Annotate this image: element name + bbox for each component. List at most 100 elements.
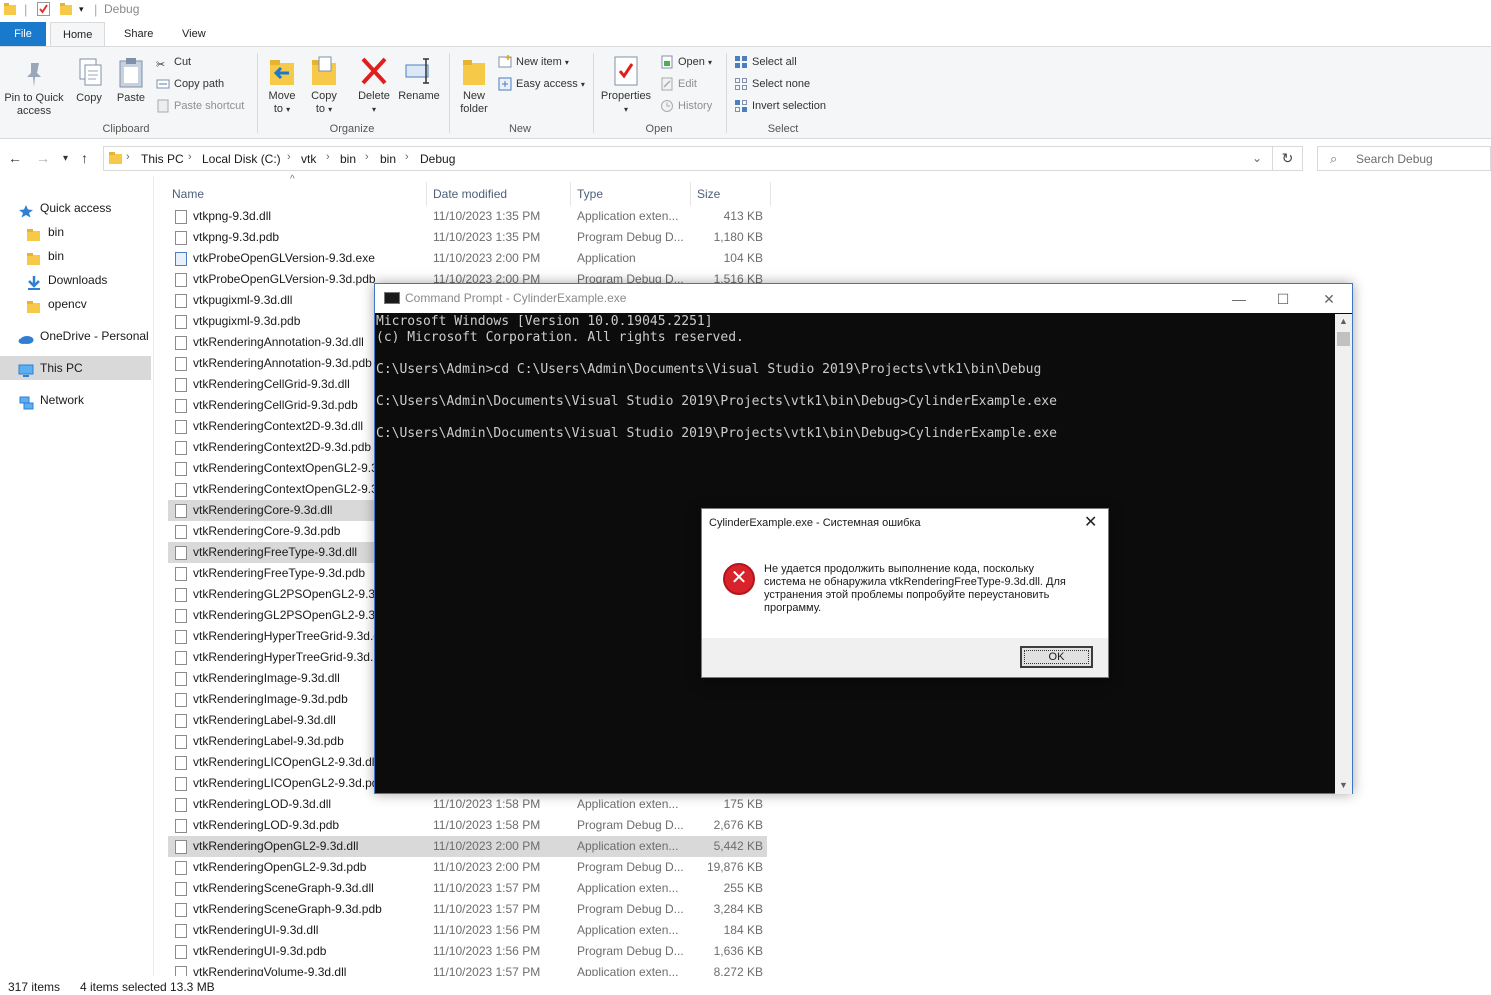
file-type: Application exten... xyxy=(577,965,679,976)
nav-item-network[interactable]: Network xyxy=(18,388,152,412)
back-arrow-icon[interactable]: ← xyxy=(8,150,22,166)
nav-item-downloads[interactable]: Downloads xyxy=(26,268,152,292)
refresh-button[interactable]: ↻ xyxy=(1273,146,1303,171)
column-resize-handle[interactable] xyxy=(690,182,691,206)
history-icon xyxy=(660,99,674,113)
chevron-right-icon[interactable]: › xyxy=(326,151,330,163)
column-header-size[interactable]: Size xyxy=(697,187,720,201)
close-icon[interactable]: ✕ xyxy=(1306,288,1352,310)
nav-item-opencv[interactable]: opencv xyxy=(26,292,152,316)
scrollbar-thumb[interactable] xyxy=(1337,332,1350,346)
edit-button[interactable]: Edit xyxy=(660,74,697,94)
navigation-pane: Quick access bin bin Downloads opencv On… xyxy=(0,196,154,976)
file-row[interactable]: vtkRenderingVolume-9.3d.dll 11/10/2023 1:… xyxy=(168,962,767,976)
column-resize-handle[interactable] xyxy=(570,182,571,206)
scroll-up-arrow-icon[interactable]: ▲ xyxy=(1335,316,1352,326)
column-header-name[interactable]: Name xyxy=(172,187,204,201)
nav-item-onedrive[interactable]: OneDrive - Personal xyxy=(18,324,152,348)
file-row[interactable]: vtkRenderingSceneGraph-9.3d.pdb 11/10/202… xyxy=(168,899,767,920)
dll-file-icon xyxy=(175,756,187,770)
file-row[interactable]: vtkRenderingLOD-9.3d.dll 11/10/2023 1:58 … xyxy=(168,794,767,815)
pane-divider[interactable] xyxy=(153,176,154,976)
rename-button[interactable]: Rename xyxy=(397,55,441,103)
column-header-type[interactable]: Type xyxy=(577,187,603,201)
recent-locations-chevron-icon[interactable]: ▾ xyxy=(63,153,68,164)
new-item-label: New item xyxy=(516,56,562,68)
nav-item-this-pc[interactable]: This PC xyxy=(0,356,151,380)
console-scrollbar[interactable]: ▲ ▼ xyxy=(1335,314,1352,794)
address-dropdown-chevron-icon[interactable]: ⌄ xyxy=(1252,151,1262,165)
chevron-right-icon[interactable]: › xyxy=(405,151,409,163)
file-row[interactable]: vtkpng-9.3d.pdb 11/10/2023 1:35 PM Program… xyxy=(168,227,767,248)
scroll-down-arrow-icon[interactable]: ▼ xyxy=(1335,780,1352,790)
status-item-count: 317 items xyxy=(8,980,61,994)
delete-button[interactable]: Delete ▾ xyxy=(354,55,394,116)
properties-button[interactable]: Properties ▾ xyxy=(598,55,654,116)
tab-home[interactable]: Home xyxy=(50,22,106,47)
file-row[interactable]: vtkRenderingLOD-9.3d.pdb 11/10/2023 1:58 … xyxy=(168,815,767,836)
new-folder-icon[interactable] xyxy=(60,2,72,18)
chevron-right-icon[interactable]: › xyxy=(188,151,192,163)
breadcrumb-bin-2[interactable]: bin xyxy=(380,152,396,166)
customize-toolbar-icon[interactable]: ▾ xyxy=(79,4,84,15)
file-row[interactable]: vtkpng-9.3d.dll 11/10/2023 1:35 PM Applica… xyxy=(168,206,767,227)
column-header-date[interactable]: Date modified xyxy=(433,187,507,201)
file-type: Program Debug D... xyxy=(577,818,684,832)
new-item-button[interactable]: New item ▾ xyxy=(498,52,569,72)
paste-shortcut-button[interactable]: Paste shortcut xyxy=(156,96,244,116)
nav-item-bin[interactable]: bin xyxy=(26,220,152,244)
breadcrumb-this-pc[interactable]: This PC xyxy=(141,152,184,166)
dialog-title-bar[interactable]: CylinderExample.exe - Системная ошибка ✕ xyxy=(702,509,1108,537)
dropdown-arrow-icon: ▾ xyxy=(371,105,376,114)
file-row[interactable]: vtkRenderingUI-9.3d.dll 11/10/2023 1:56 P… xyxy=(168,920,767,941)
breadcrumb-bin[interactable]: bin xyxy=(340,152,356,166)
cut-button[interactable]: ✂ Cut xyxy=(156,52,191,72)
tab-view[interactable]: View xyxy=(170,22,218,46)
column-resize-handle[interactable] xyxy=(426,182,427,206)
invert-selection-button[interactable]: Invert selection xyxy=(734,96,826,116)
file-row[interactable]: vtkRenderingUI-9.3d.pdb 11/10/2023 1:56 P… xyxy=(168,941,767,962)
up-arrow-icon[interactable]: ↑ xyxy=(81,150,88,166)
nav-item-bin-2[interactable]: bin xyxy=(26,244,152,268)
file-name: vtkRenderingLabel-9.3d.dll xyxy=(193,713,336,727)
history-button[interactable]: History xyxy=(660,96,712,116)
copy-button[interactable]: Copy xyxy=(70,57,108,105)
breadcrumb-vtk[interactable]: vtk xyxy=(301,152,316,166)
pin-to-quick-access-button[interactable]: Pin to Quick access xyxy=(2,57,66,118)
file-row[interactable]: vtkRenderingSceneGraph-9.3d.dll 11/10/202… xyxy=(168,878,767,899)
select-none-button[interactable]: Select none xyxy=(734,74,810,94)
file-row[interactable]: vtkRenderingOpenGL2-9.3d.dll 11/10/2023 2… xyxy=(168,836,767,857)
nav-item-quick-access[interactable]: Quick access xyxy=(18,196,152,220)
file-row[interactable]: vtkProbeOpenGLVersion-9.3d.exe 11/10/2023… xyxy=(168,248,767,269)
pdb-file-icon xyxy=(175,903,187,917)
tab-file[interactable]: File xyxy=(0,22,46,46)
chevron-right-icon[interactable]: › xyxy=(126,151,130,163)
breadcrumb-local-disk[interactable]: Local Disk (C:) xyxy=(202,152,281,166)
chevron-right-icon[interactable]: › xyxy=(287,151,291,163)
file-row[interactable]: vtkRenderingOpenGL2-9.3d.pdb 11/10/2023 2… xyxy=(168,857,767,878)
search-box[interactable]: ⌕ Search Debug xyxy=(1317,146,1491,171)
chevron-right-icon[interactable]: › xyxy=(365,151,369,163)
close-icon[interactable]: ✕ xyxy=(1084,512,1097,532)
address-bar[interactable]: › This PC › Local Disk (C:) › vtk › bin … xyxy=(103,146,1273,171)
paste-button[interactable]: Paste xyxy=(112,57,150,105)
maximize-icon[interactable]: ☐ xyxy=(1260,288,1306,310)
system-error-dialog[interactable]: CylinderExample.exe - Системная ошибка ✕… xyxy=(701,508,1109,678)
column-resize-handle[interactable] xyxy=(770,182,771,206)
move-to-button[interactable]: Move to ▾ xyxy=(264,55,300,116)
properties-check-icon[interactable] xyxy=(37,2,50,19)
copy-path-button[interactable]: Copy path xyxy=(156,74,224,94)
tab-share[interactable]: Share xyxy=(112,22,165,46)
new-folder-button[interactable]: New folder xyxy=(455,55,493,116)
minimize-icon[interactable]: — xyxy=(1216,288,1262,310)
explorer-title-bar: | ▾ | Debug xyxy=(0,0,1491,22)
select-all-button[interactable]: Select all xyxy=(734,52,797,72)
breadcrumb-debug[interactable]: Debug xyxy=(420,152,455,166)
easy-access-button[interactable]: Easy access ▾ xyxy=(498,74,585,94)
copy-to-button[interactable]: Copy to ▾ xyxy=(306,55,342,116)
forward-arrow-icon[interactable]: → xyxy=(36,150,50,166)
ok-button[interactable]: OK xyxy=(1020,646,1093,668)
dialog-message-line: устранения этой проблемы попробуйте пере… xyxy=(764,589,1050,601)
open-button[interactable]: Open ▾ xyxy=(660,52,712,72)
cmd-title-bar[interactable]: Command Prompt - CylinderExample.exe — ☐… xyxy=(375,284,1352,313)
